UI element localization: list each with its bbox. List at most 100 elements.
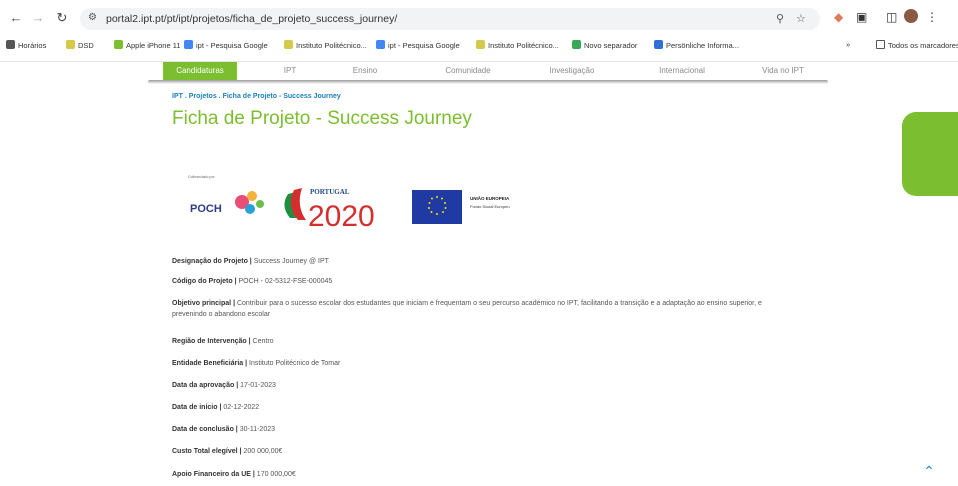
bookmark-favicon-icon — [654, 40, 663, 49]
bookmark-label: Persönliche Informa... — [666, 41, 739, 50]
bookmark-label: Apple iPhone 11 — [126, 41, 181, 50]
page-title: Ficha de Projeto - Success Journey — [172, 108, 472, 129]
site-navigation: Candidaturas IPT Ensino Comunidade Investiga… — [0, 62, 958, 84]
eu-flag — [412, 190, 462, 224]
extension-icon[interactable]: ◆ — [834, 8, 843, 26]
star-icon[interactable]: ☆ — [796, 12, 806, 25]
nav-item[interactable]: Internacional — [640, 62, 724, 80]
bookmark-item[interactable]: Horários — [6, 40, 46, 50]
url-text[interactable]: portal2.ipt.pt/pt/ipt/projetos/ficha_de_… — [106, 13, 397, 25]
field-value: Contribuir para o sucesso escolar dos es… — [172, 300, 762, 318]
bookmark-favicon-icon — [376, 40, 385, 49]
nav-item[interactable]: Candidaturas — [163, 62, 237, 80]
project-field: Custo Total elegível | 200 000,00€ — [172, 448, 282, 455]
eu-title: UNIÃO EUROPEIA — [470, 195, 510, 201]
year-label: 2020 — [308, 200, 375, 230]
field-value: 200 000,00€ — [241, 448, 283, 455]
bookmark-item[interactable]: ipt - Pesquisa Google — [184, 40, 268, 50]
field-value: Centro — [250, 338, 274, 345]
browser-toolbar: ← → ↻ ⚙ portal2.ipt.pt/pt/ipt/projetos/f… — [0, 6, 958, 30]
field-label: Código do Projeto | — [172, 278, 237, 285]
puzzle-icon[interactable]: ▣ — [856, 8, 867, 26]
reload-icon[interactable]: ↻ — [52, 8, 72, 28]
bookmark-label: Novo separador — [584, 41, 638, 50]
bookmark-item[interactable]: DSD — [66, 40, 94, 50]
bookmark-label: Horários — [18, 41, 47, 50]
bookmark-item[interactable]: Instituto Politécnico... — [476, 40, 559, 50]
project-field: Objetivo principal | Contribuir para o s… — [172, 298, 792, 320]
field-label: Designação do Projeto | — [172, 258, 252, 265]
zoom-icon[interactable]: ⚲ — [776, 12, 784, 25]
profile-avatar[interactable] — [904, 9, 918, 23]
project-field: Data da aprovação | 17-01-2023 — [172, 382, 276, 389]
project-field: Data de conclusão | 30-11-2023 — [172, 426, 275, 433]
field-value: 30-11-2023 — [237, 426, 275, 433]
funding-logos-svg: Cofinanciado por: POCH PORTUGAL 2020 UNI… — [188, 175, 510, 233]
nav-item[interactable]: Vida no IPT — [740, 62, 826, 80]
nav-item[interactable]: IPT — [260, 62, 320, 80]
bookmark-favicon-icon — [572, 40, 581, 49]
scroll-top-button[interactable]: ⌃ — [918, 462, 940, 480]
field-label: Objetivo principal | — [172, 300, 236, 307]
field-value: Success Journey @ IPT — [251, 258, 329, 265]
menu-icon[interactable]: ⋮ — [926, 8, 938, 26]
bookmark-favicon-icon — [6, 40, 15, 49]
breadcrumb[interactable]: IPT . Projetos . Ficha de Projeto - Succ… — [172, 93, 341, 100]
field-value: 02-12-2022 — [221, 404, 260, 411]
field-label: Apoio Financeiro da UE | — [172, 471, 255, 478]
field-value: 17-01-2023 — [238, 382, 276, 389]
all-bookmarks-folder[interactable]: Todos os marcadores — [876, 40, 958, 50]
project-field: Designação do Projeto | Success Journey … — [172, 258, 329, 265]
project-field: Entidade Beneficiária | Instituto Polité… — [172, 360, 340, 367]
poch-mark — [247, 191, 257, 201]
bookmark-favicon-icon — [284, 40, 293, 49]
side-tab[interactable] — [902, 112, 958, 196]
folder-icon — [876, 40, 885, 49]
portugal-label: PORTUGAL — [310, 188, 350, 196]
bookmark-item[interactable]: ipt - Pesquisa Google — [376, 40, 460, 50]
forward-icon[interactable]: → — [28, 8, 48, 28]
bookmark-favicon-icon — [184, 40, 193, 49]
field-label: Data de conclusão | — [172, 426, 238, 433]
field-label: Data da aprovação | — [172, 382, 239, 389]
bookmark-item[interactable]: Apple iPhone 11 — [114, 40, 181, 50]
funding-logos: Cofinanciado por: POCH PORTUGAL 2020 UNI… — [180, 170, 560, 233]
project-field: Código do Projeto | POCH - 02-5312-FSE-0… — [172, 278, 332, 285]
bookmark-favicon-icon — [66, 40, 75, 49]
field-label: Custo Total elegível | — [172, 448, 242, 455]
project-field: Data de início | 02-12-2022 — [172, 404, 259, 411]
cofinanced-label: Cofinanciado por: — [188, 175, 215, 179]
bookmark-item[interactable]: Novo separador — [572, 40, 637, 50]
nav-item[interactable]: Comunidade — [420, 62, 516, 80]
bookmark-label: ipt - Pesquisa Google — [196, 41, 268, 50]
project-field: Região de Intervenção | Centro — [172, 338, 274, 345]
field-label: Data de início | — [172, 404, 222, 411]
bookmark-label: Instituto Politécnico... — [296, 41, 367, 50]
bookmark-label: DSD — [78, 41, 94, 50]
project-field: Apoio Financeiro da UE | 170 000,00€ — [172, 471, 296, 478]
bookmark-item[interactable]: Persönliche Informa... — [654, 40, 739, 50]
bookmark-favicon-icon — [114, 40, 123, 49]
bookmark-item[interactable]: Instituto Politécnico... — [284, 40, 367, 50]
eu-subtitle: Fundo Social Europeu — [470, 204, 510, 209]
site-info-icon[interactable]: ⚙ — [88, 12, 97, 23]
bookmark-label: Instituto Politécnico... — [488, 41, 559, 50]
poch-mark — [245, 204, 255, 214]
bookmark-favicon-icon — [476, 40, 485, 49]
field-value: Instituto Politécnico de Tomar — [247, 360, 341, 367]
field-value: POCH - 02-5312-FSE-000045 — [236, 278, 333, 285]
side-panel-icon[interactable]: ◫ — [886, 8, 897, 26]
address-bar[interactable]: ⚙ portal2.ipt.pt/pt/ipt/projetos/ficha_d… — [80, 8, 820, 30]
bookmarks-overflow-button[interactable]: » — [846, 40, 850, 49]
poch-logo: POCH — [190, 203, 222, 215]
nav-shadow — [148, 80, 828, 84]
back-icon[interactable]: ← — [6, 8, 26, 28]
field-label: Região de Intervenção | — [172, 338, 251, 345]
bookmarks-bar: Horários DSD Apple iPhone 11 ipt - Pesquisa… — [0, 36, 958, 56]
bookmark-label: ipt - Pesquisa Google — [388, 41, 460, 50]
poch-mark — [256, 200, 264, 208]
nav-item[interactable]: Ensino — [330, 62, 400, 80]
folder-label: Todos os marcadores — [888, 41, 958, 50]
field-value: 170 000,00€ — [254, 471, 296, 478]
nav-item[interactable]: Investigação — [530, 62, 614, 80]
